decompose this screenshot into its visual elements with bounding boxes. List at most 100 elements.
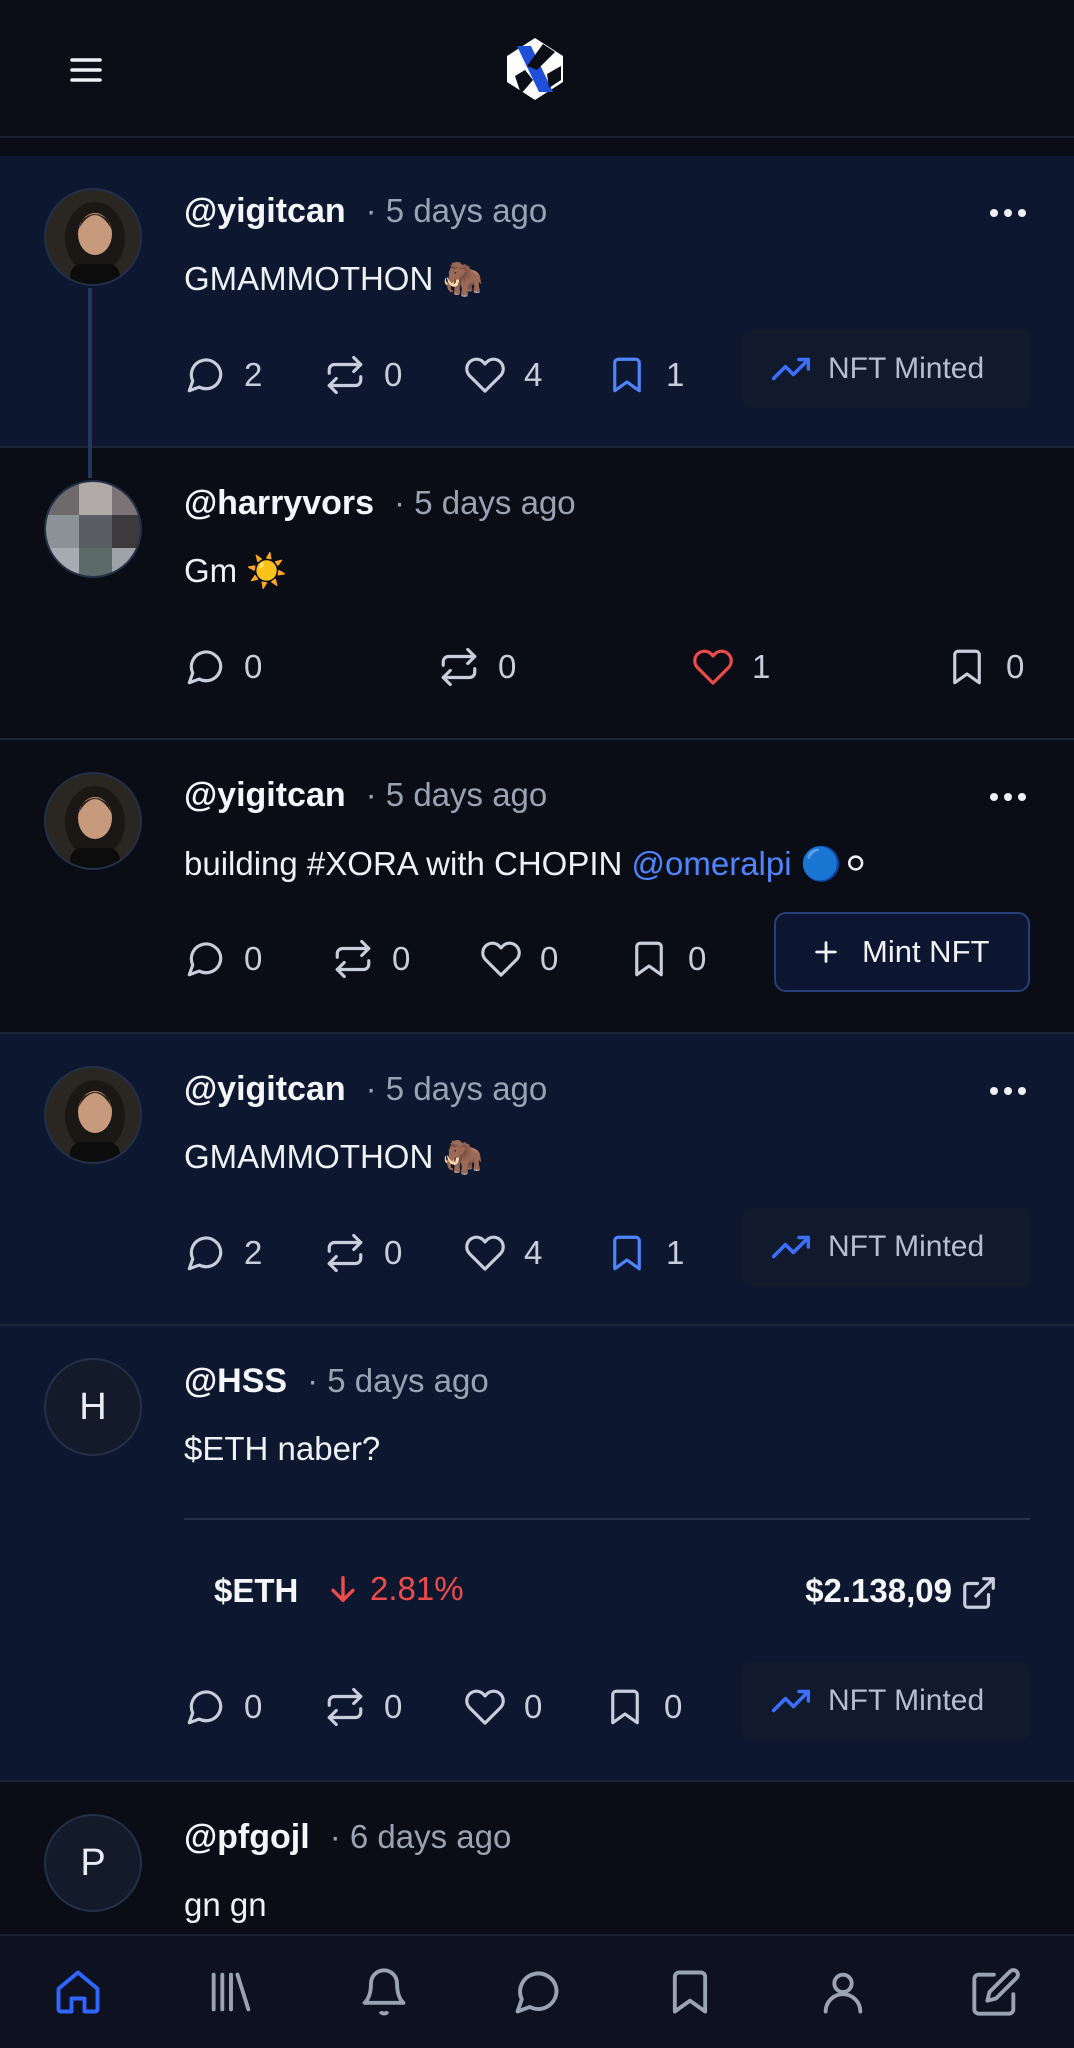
bookmark-button[interactable]: 1 xyxy=(606,1228,684,1278)
avatar[interactable]: H xyxy=(44,1358,142,1456)
nft-minted-badge[interactable]: NFT Minted xyxy=(742,1662,1030,1740)
home-icon[interactable] xyxy=(52,1966,104,2018)
bookmark-button[interactable]: 0 xyxy=(628,934,706,984)
post-text: GMAMMOTHON 🦣 xyxy=(184,260,484,297)
timestamp: · 5 days ago xyxy=(365,192,548,229)
compose-icon[interactable] xyxy=(970,1966,1022,2018)
mention-link[interactable]: @omeralpi xyxy=(632,845,792,882)
nft-minted-badge[interactable]: NFT Minted xyxy=(742,330,1030,408)
nft-minted-label: NFT Minted xyxy=(828,1684,985,1717)
nft-minted-badge[interactable]: NFT Minted xyxy=(742,1208,1030,1286)
repost-button[interactable]: 0 xyxy=(332,934,410,984)
username[interactable]: @yigitcan xyxy=(184,192,346,231)
token-symbol: $ETH xyxy=(214,1572,299,1609)
comment-button[interactable]: 0 xyxy=(184,1682,262,1732)
like-button[interactable]: 0 xyxy=(480,934,558,984)
post-text-part: building #XORA with CHOPIN xyxy=(184,845,632,882)
like-button[interactable]: 4 xyxy=(464,1228,542,1278)
bell-icon[interactable] xyxy=(358,1966,410,2018)
repost-count: 0 xyxy=(498,648,517,685)
library-icon[interactable] xyxy=(205,1966,257,2018)
avatar[interactable] xyxy=(44,480,142,578)
chat-icon[interactable] xyxy=(511,1966,563,2018)
bookmark-icon xyxy=(613,1235,641,1271)
external-link-icon[interactable] xyxy=(960,1574,998,1612)
bookmark-button[interactable]: 0 xyxy=(604,1682,682,1732)
like-button[interactable]: 4 xyxy=(464,350,542,400)
avatar[interactable] xyxy=(44,1066,142,1164)
comment-button[interactable]: 2 xyxy=(184,350,262,400)
post-card[interactable]: @harryvors · 5 days ago Gm ☀️ 0 0 1 0 xyxy=(0,448,1074,740)
bookmark-icon[interactable] xyxy=(664,1966,716,2018)
repost-button[interactable]: 0 xyxy=(324,1228,402,1278)
price-change: 2.81% xyxy=(326,1570,464,1608)
post-card[interactable]: @yigitcan · 5 days ago GMAMMOTHON 🦣 2 0 … xyxy=(0,1034,1074,1326)
timestamp: · 5 days ago xyxy=(307,1362,489,1399)
profile-icon[interactable] xyxy=(817,1966,869,2018)
repost-count: 0 xyxy=(384,1234,403,1271)
like-count: 0 xyxy=(540,940,559,977)
xora-logo[interactable] xyxy=(503,36,567,102)
like-count: 4 xyxy=(524,1234,543,1271)
comment-icon xyxy=(187,1236,223,1271)
post-card[interactable]: P @pfgojl · 6 days ago gn gn xyxy=(0,1782,1074,1934)
timestamp: · 6 days ago xyxy=(329,1818,512,1855)
bookmark-count: 0 xyxy=(688,940,707,977)
comment-count: 2 xyxy=(244,356,263,393)
post-text: gn gn xyxy=(184,1886,267,1923)
timestamp: · 5 days ago xyxy=(365,1070,548,1107)
like-button[interactable]: 1 xyxy=(692,642,770,692)
heart-icon xyxy=(693,649,733,685)
bookmark-button[interactable]: 0 xyxy=(946,642,1024,692)
bookmark-button[interactable]: 1 xyxy=(606,350,684,400)
bookmark-count: 0 xyxy=(1006,648,1025,685)
bookmark-icon xyxy=(613,357,641,393)
hamburger-menu-icon[interactable] xyxy=(62,50,110,90)
more-options-icon[interactable] xyxy=(988,206,1028,220)
more-options-icon[interactable] xyxy=(988,1084,1028,1098)
divider xyxy=(184,1518,1030,1520)
comment-count: 2 xyxy=(244,1234,263,1271)
username[interactable]: @yigitcan xyxy=(184,1070,346,1109)
post-header: @pfgojl · 6 days ago xyxy=(184,1818,511,1857)
token-ticker[interactable]: $ETH 2.81% $2.138,09 xyxy=(184,1566,1030,1626)
bookmark-count: 1 xyxy=(666,1234,685,1271)
mint-nft-button[interactable]: Mint NFT xyxy=(774,912,1030,992)
arrow-down-icon xyxy=(331,1575,355,1603)
post-text: building #XORA with CHOPIN @omeralpi 🔵⚪ xyxy=(184,844,870,884)
trending-up-icon xyxy=(772,357,810,381)
comment-button[interactable]: 0 xyxy=(184,934,262,984)
comment-count: 0 xyxy=(244,648,263,685)
bookmark-count: 0 xyxy=(664,1688,683,1725)
comment-icon xyxy=(187,650,223,685)
feed: @yigitcan · 5 days ago GMAMMOTHON 🦣 2 0 … xyxy=(0,156,1074,1934)
comment-button[interactable]: 2 xyxy=(184,1228,262,1278)
avatar[interactable] xyxy=(44,188,142,286)
username[interactable]: @yigitcan xyxy=(184,776,346,815)
like-button[interactable]: 0 xyxy=(464,1682,542,1732)
timestamp: · 5 days ago xyxy=(394,484,576,521)
comment-icon xyxy=(187,1690,223,1725)
repost-button[interactable]: 0 xyxy=(324,350,402,400)
trending-up-icon xyxy=(772,1235,810,1259)
post-card[interactable]: H @HSS · 5 days ago $ETH naber? $ETH 2.8… xyxy=(0,1326,1074,1782)
post-text: GMAMMOTHON 🦣 xyxy=(184,1138,484,1175)
post-header: @yigitcan · 5 days ago xyxy=(184,1070,547,1109)
post-card[interactable]: @yigitcan · 5 days ago building #XORA wi… xyxy=(0,740,1074,1034)
repost-button[interactable]: 0 xyxy=(324,1682,402,1732)
thread-line xyxy=(88,288,92,448)
post-header: @yigitcan · 5 days ago xyxy=(184,192,547,231)
username[interactable]: @HSS xyxy=(184,1362,287,1401)
bookmark-icon xyxy=(611,1689,639,1725)
username[interactable]: @harryvors xyxy=(184,484,374,523)
repost-button[interactable]: 0 xyxy=(438,642,516,692)
avatar[interactable] xyxy=(44,772,142,870)
comment-button[interactable]: 0 xyxy=(184,642,262,692)
heart-icon xyxy=(481,941,521,977)
heart-icon xyxy=(465,1689,505,1725)
username[interactable]: @pfgojl xyxy=(184,1818,310,1857)
avatar[interactable]: P xyxy=(44,1814,142,1912)
more-options-icon[interactable] xyxy=(988,790,1028,804)
repost-icon xyxy=(327,1687,363,1727)
post-card[interactable]: @yigitcan · 5 days ago GMAMMOTHON 🦣 2 0 … xyxy=(0,156,1074,448)
